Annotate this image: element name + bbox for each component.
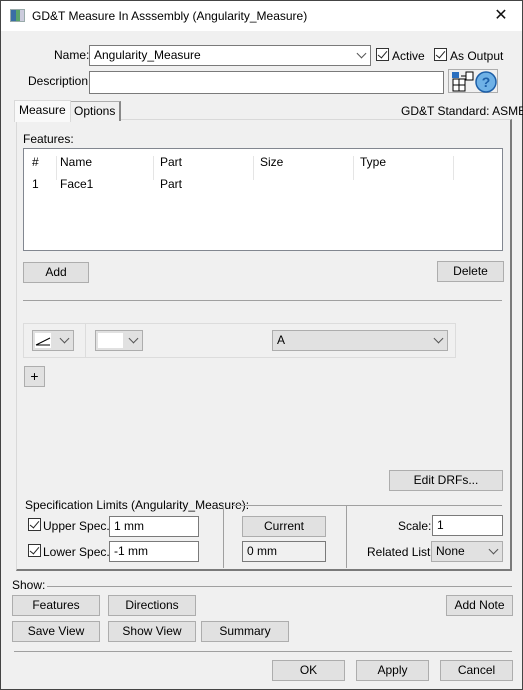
lower-spec-input[interactable]: -1 mm — [109, 541, 199, 562]
show-features-button[interactable]: Features — [12, 595, 100, 616]
current-button[interactable]: Current — [242, 516, 326, 537]
spec-limits-separator — [232, 505, 502, 506]
chevron-down-icon — [433, 333, 444, 344]
tab-options[interactable]: Options — [69, 101, 122, 121]
footer-separator — [14, 651, 512, 652]
column-header-size[interactable]: Size — [254, 156, 354, 180]
gdt-standard-label: GD&T Standard: ASME — [401, 104, 523, 118]
dialog-window: GD&T Measure In Asssembly (Angularity_Me… — [0, 0, 523, 690]
modifier-combobox[interactable] — [95, 330, 143, 351]
datum-value: A — [277, 333, 286, 347]
column-header-type[interactable]: Type — [354, 156, 454, 180]
as-output-checkbox[interactable] — [434, 48, 447, 61]
description-label: Description: — [28, 74, 92, 88]
related-list-combobox[interactable]: None — [431, 541, 503, 562]
column-header-number[interactable]: # — [26, 156, 57, 180]
angularity-icon — [35, 333, 51, 348]
cancel-button[interactable]: Cancel — [440, 660, 513, 681]
show-separator — [47, 586, 512, 587]
upper-spec-input[interactable]: 1 mm — [109, 516, 199, 537]
description-input[interactable] — [89, 71, 444, 94]
add-note-button[interactable]: Add Note — [446, 595, 513, 616]
lower-spec-label: Lower Spec.: — [43, 545, 114, 559]
add-feature-button[interactable]: Add — [23, 262, 89, 283]
window-title: GD&T Measure In Asssembly (Angularity_Me… — [32, 9, 308, 23]
upper-spec-checkbox[interactable] — [28, 518, 41, 531]
ok-button[interactable]: OK — [272, 660, 345, 681]
icon-button-group: ? — [448, 69, 498, 93]
close-button[interactable]: ✕ — [486, 3, 516, 29]
chevron-down-icon — [488, 544, 499, 555]
lower-spec-checkbox[interactable] — [28, 544, 41, 557]
row-name: Face1 — [60, 177, 94, 191]
help-icon[interactable]: ? — [475, 71, 497, 93]
show-view-button[interactable]: Show View — [108, 621, 196, 642]
modifier-value — [98, 333, 123, 348]
add-frame-button[interactable]: + — [24, 366, 45, 387]
tolerance-symbol-combobox[interactable] — [32, 330, 74, 351]
app-icon — [10, 9, 25, 22]
scale-label: Scale: — [398, 519, 432, 533]
svg-text:?: ? — [482, 74, 491, 90]
datum-combobox[interactable]: A — [272, 330, 448, 351]
name-value: Angularity_Measure — [94, 48, 201, 62]
spec-limits-title: Specification Limits (Angularity_Measure… — [25, 498, 250, 512]
scale-input[interactable]: 1 — [432, 515, 503, 536]
features-label: Features: — [23, 132, 74, 146]
spec-limits-divider-left — [223, 506, 224, 568]
related-list-value: None — [436, 544, 465, 558]
as-output-label: As Output — [450, 49, 504, 63]
title-bar: GD&T Measure In Asssembly (Angularity_Me… — [1, 1, 522, 31]
delete-feature-button[interactable]: Delete — [437, 261, 504, 282]
edit-drfs-button[interactable]: Edit DRFs... — [389, 470, 503, 491]
row-part: Part — [160, 177, 183, 191]
show-directions-button[interactable]: Directions — [108, 595, 196, 616]
frame-divider — [85, 323, 86, 358]
separator — [23, 300, 502, 301]
apply-button[interactable]: Apply — [356, 660, 429, 681]
upper-spec-label: Upper Spec.: — [43, 519, 114, 533]
save-view-button[interactable]: Save View — [12, 621, 100, 642]
active-checkbox[interactable] — [376, 48, 389, 61]
show-label: Show: — [12, 578, 46, 592]
name-combobox[interactable]: Angularity_Measure — [89, 45, 371, 66]
chevron-down-icon — [128, 333, 139, 344]
active-label: Active — [392, 49, 425, 63]
summary-button[interactable]: Summary — [201, 621, 289, 642]
chevron-down-icon — [356, 48, 367, 59]
spec-limits-divider-right — [346, 506, 347, 568]
current-value-field: 0 mm — [242, 541, 326, 562]
tab-measure[interactable]: Measure — [14, 100, 71, 122]
related-list-label: Related List: — [367, 545, 434, 559]
assembly-tree-icon[interactable] — [451, 71, 475, 93]
chevron-down-icon — [59, 333, 70, 344]
name-label: Name: — [54, 48, 90, 62]
row-number: 1 — [32, 177, 39, 191]
features-list[interactable]: # Name Part Size Type 1 Face1 Part — [23, 148, 503, 251]
